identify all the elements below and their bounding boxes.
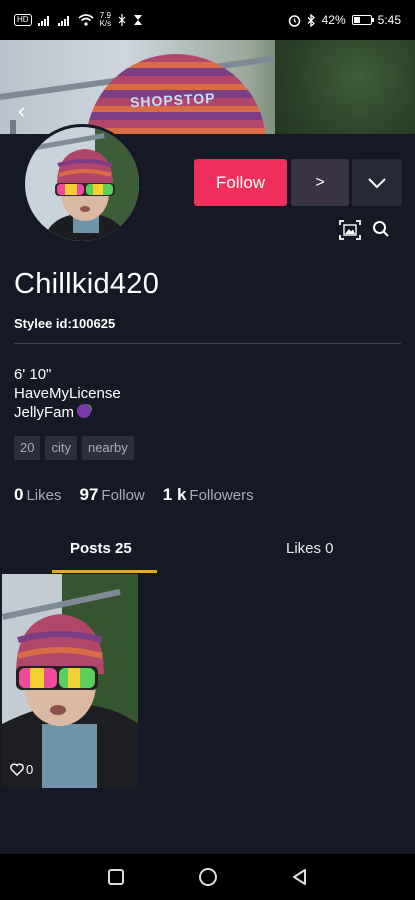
stylee-id: Stylee id:100625 xyxy=(14,316,116,331)
more-button[interactable]: > xyxy=(291,159,349,206)
hourglass-icon xyxy=(134,15,143,25)
post-photo xyxy=(2,574,138,788)
tag-nearby[interactable]: nearby xyxy=(81,436,134,460)
tag-list: 20 city nearby xyxy=(14,436,134,460)
signal-icon xyxy=(118,14,126,26)
stat-follow-label: Follow xyxy=(101,487,145,504)
signal-icon xyxy=(37,15,49,26)
tab-active-indicator xyxy=(52,570,157,573)
tag-age[interactable]: 20 xyxy=(14,436,41,460)
cover-photo: SHOPSTOP ‹ xyxy=(0,40,415,134)
stat-followers-value: 1 k xyxy=(162,485,187,504)
bio-line: HaveMyLicense xyxy=(14,385,121,402)
profile-tabs: Posts 25 Likes 0 xyxy=(0,532,415,574)
alarm-icon xyxy=(288,14,300,27)
network-speed-unit: K/s xyxy=(99,19,112,28)
stat-likes-label: Likes xyxy=(26,487,62,504)
stats-row: 0 Likes 97 Follow 1 k Followers xyxy=(14,485,272,505)
search-icon[interactable] xyxy=(372,220,390,238)
triangle-back-icon xyxy=(292,869,306,885)
back-arrow-icon[interactable]: ‹ xyxy=(18,98,25,124)
gallery-icon[interactable] xyxy=(338,219,362,241)
recents-button[interactable] xyxy=(105,866,127,888)
follow-button[interactable]: Follow xyxy=(194,159,287,206)
bio-line: 6' 10" xyxy=(14,366,52,383)
cover-post xyxy=(10,120,16,134)
back-button[interactable] xyxy=(289,866,311,888)
status-bar-left: HD 7.9 K/s xyxy=(14,12,143,28)
avatar[interactable] xyxy=(22,124,142,244)
chevron-down-icon xyxy=(368,177,386,188)
stat-follow[interactable]: 97 Follow xyxy=(80,485,145,505)
battery-icon xyxy=(351,15,374,25)
tab-posts[interactable]: Posts 25 xyxy=(70,540,132,557)
bluetooth-icon xyxy=(307,13,315,27)
tab-likes[interactable]: Likes 0 xyxy=(286,540,334,557)
stat-followers-label: Followers xyxy=(189,487,254,504)
system-nav-bar xyxy=(0,854,415,900)
post-like-count: 0 xyxy=(10,762,33,777)
status-bar-right: 42% 5:45 xyxy=(288,13,401,27)
heart-icon xyxy=(10,763,24,776)
username: Chillkid420 xyxy=(14,268,160,300)
stat-follow-value: 97 xyxy=(79,485,99,504)
bio: 6' 10" HaveMyLicense JellyFam xyxy=(14,365,121,422)
dropdown-button[interactable] xyxy=(352,159,402,206)
battery-percent: 42% xyxy=(321,13,346,27)
bio-line: JellyFam xyxy=(14,404,75,421)
home-button[interactable] xyxy=(197,866,219,888)
status-bar: HD 7.9 K/s 42% 5:45 xyxy=(0,0,415,40)
hd-icon: HD xyxy=(14,14,32,26)
network-speed: 7.9 K/s xyxy=(100,12,112,28)
signal-icon xyxy=(57,15,69,26)
divider xyxy=(14,343,401,344)
square-icon xyxy=(107,869,124,885)
post-like-count-value: 0 xyxy=(26,762,34,777)
stat-likes-value: 0 xyxy=(14,485,24,504)
wifi-icon xyxy=(78,14,94,26)
circle-icon xyxy=(198,868,217,886)
bio-line-with-grape: JellyFam xyxy=(14,403,121,422)
stat-followers[interactable]: 1 k Followers xyxy=(163,485,254,505)
grape-emoji-icon xyxy=(77,404,92,418)
battery-level xyxy=(353,17,361,23)
tag-city[interactable]: city xyxy=(45,436,77,460)
clock: 5:45 xyxy=(377,13,401,27)
stat-likes[interactable]: 0 Likes xyxy=(14,485,62,505)
cover-tree xyxy=(275,40,415,134)
post-thumbnail[interactable]: 0 xyxy=(2,574,138,788)
